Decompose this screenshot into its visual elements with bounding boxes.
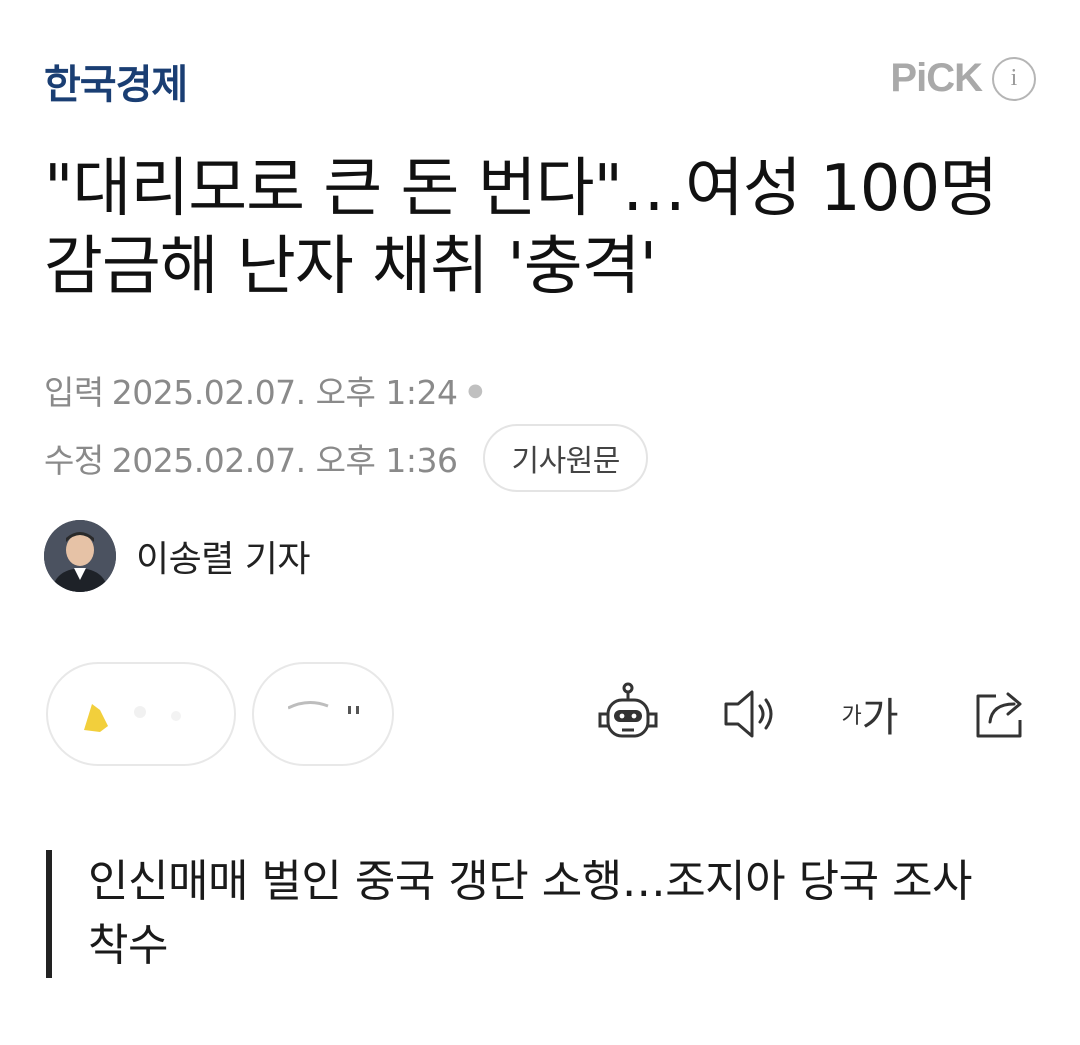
reporter-info[interactable]: 이송렬 기자 xyxy=(44,520,311,592)
font-size-button[interactable]: 가 가 xyxy=(832,676,908,752)
reporter-photo xyxy=(44,520,116,592)
share-button[interactable] xyxy=(962,676,1038,752)
share-icon xyxy=(976,692,1022,738)
modified-label: 수정 xyxy=(44,441,104,480)
input-date: 2025.02.07. 오후 1:24 xyxy=(111,373,458,412)
article-summary: 인신매매 벌인 중국 갱단 소행…조지아 당국 조사 착수 xyxy=(46,850,986,978)
input-label: 입력 xyxy=(44,373,104,412)
speaker-icon xyxy=(724,690,773,738)
reporter-name: 이송렬 기자 xyxy=(136,539,311,580)
reaction-button[interactable] xyxy=(46,662,236,766)
robot-summary-icon xyxy=(598,682,658,738)
comment-icon xyxy=(288,701,359,714)
font-size-small-glyph: 가 xyxy=(841,704,862,729)
modified-date: 2025.02.07. 오후 1:36 xyxy=(111,441,458,480)
reaction-icon xyxy=(84,704,181,732)
pick-label: PiCK xyxy=(890,56,983,100)
reporter-avatar xyxy=(44,520,116,592)
modified-date-row: 수정 2025.02.07. 오후 1:36 기사원문 xyxy=(44,424,648,492)
separator-dot: ● xyxy=(467,379,483,401)
summary-bot-button[interactable] xyxy=(590,676,666,752)
listen-button[interactable] xyxy=(712,676,788,752)
press-logo[interactable]: 한국경제 xyxy=(44,52,188,110)
original-article-button[interactable]: 기사원문 xyxy=(483,424,648,492)
info-icon[interactable]: i xyxy=(992,56,1036,101)
font-size-big-glyph: 가 xyxy=(861,695,899,741)
comment-button[interactable] xyxy=(252,662,394,766)
input-date-row: 입력 2025.02.07. 오후 1:24 ● xyxy=(44,366,483,414)
article-page: 한국경제 PiCK i "대리모로 큰 돈 번다"…여성 100명 감금해 난자… xyxy=(0,0,1080,1045)
pick-badge[interactable]: PiCK i xyxy=(890,56,1036,101)
article-title: "대리모로 큰 돈 번다"…여성 100명 감금해 난자 채취 '충격' xyxy=(44,152,998,304)
